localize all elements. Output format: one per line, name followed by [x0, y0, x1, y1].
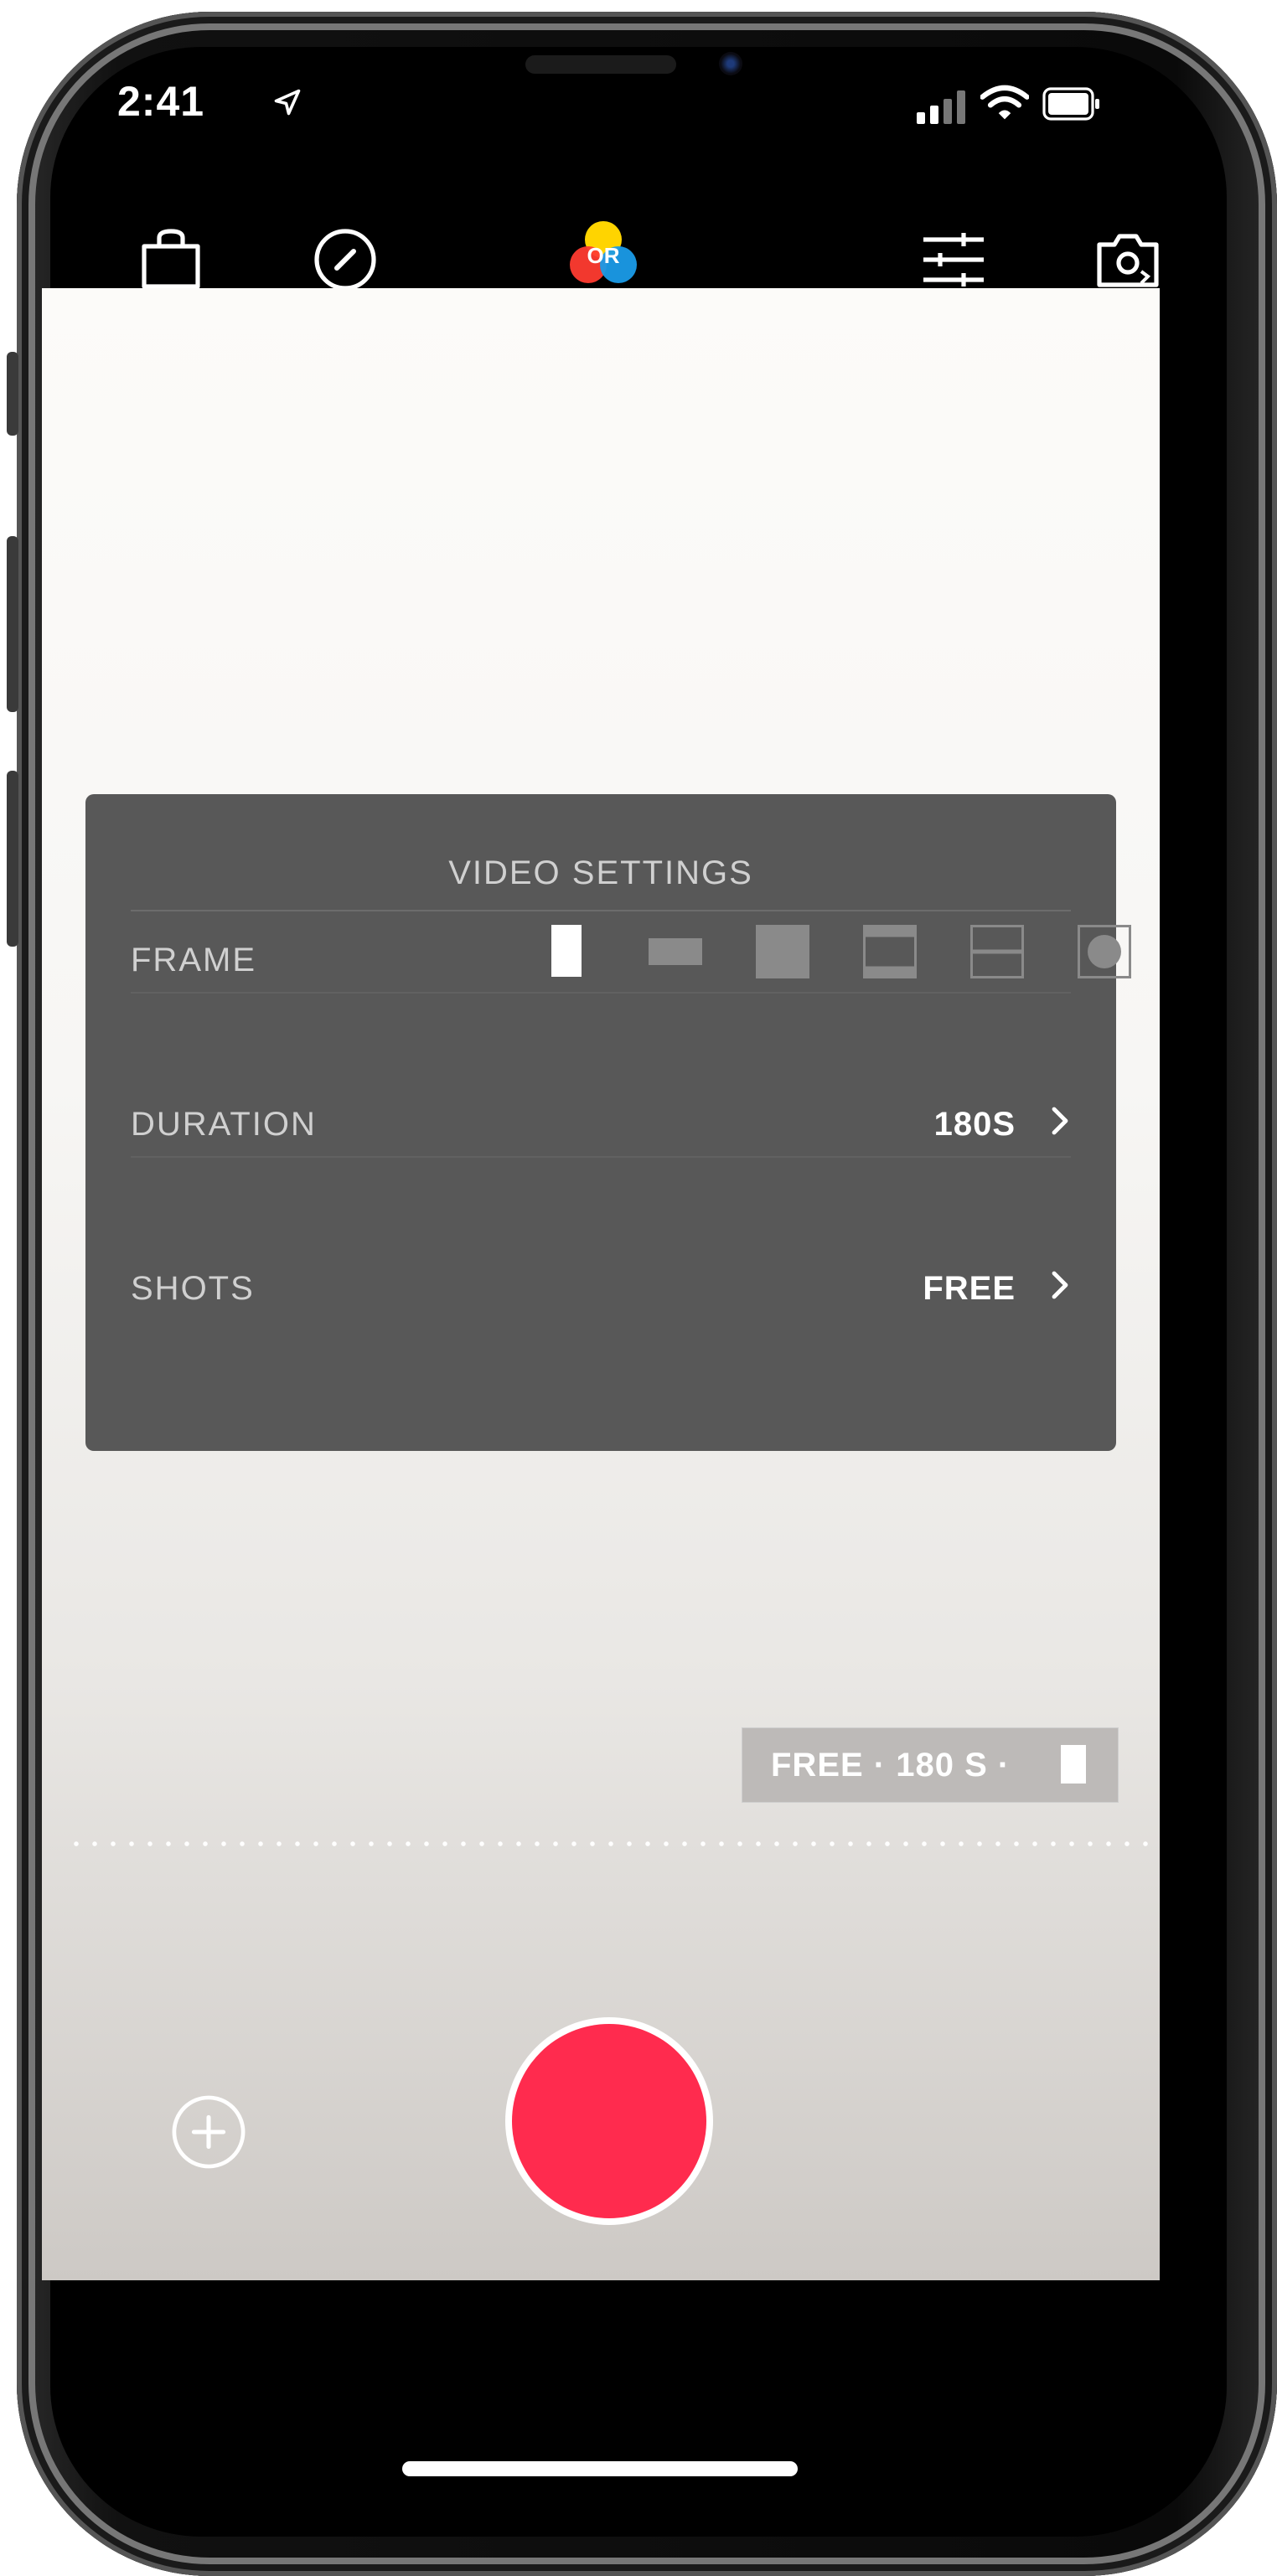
- shots-value: FREE: [923, 1270, 1016, 1307]
- home-indicator[interactable]: [402, 2461, 798, 2476]
- shopping-bag-icon[interactable]: [137, 226, 204, 293]
- signal-icon: [917, 90, 965, 124]
- summary-text: FREE · 180 S ·: [771, 1747, 1011, 1784]
- record-button[interactable]: [505, 2017, 713, 2225]
- frame-option-circle[interactable]: [1078, 925, 1131, 978]
- front-camera: [719, 52, 742, 75]
- sliders-icon[interactable]: [920, 226, 987, 293]
- app-logo[interactable]: OR: [561, 214, 645, 298]
- circle-mark: [1088, 935, 1121, 968]
- volume-up-button: [7, 536, 18, 712]
- compass-icon[interactable]: [312, 226, 379, 293]
- duration-label: DURATION: [131, 1106, 317, 1143]
- add-icon[interactable]: [171, 2094, 246, 2170]
- frame-option-square[interactable]: [756, 925, 809, 978]
- chevron-right-icon: [1052, 1271, 1068, 1299]
- wifi-icon: [980, 85, 1029, 120]
- frame-option-letterbox[interactable]: [863, 925, 917, 978]
- volume-down-button: [7, 771, 18, 947]
- chevron-right-icon: [1052, 1107, 1068, 1135]
- duration-value: 180S: [933, 1106, 1016, 1143]
- shots-label: SHOTS: [131, 1270, 255, 1307]
- mute-switch: [7, 352, 18, 436]
- speaker-grille: [525, 55, 676, 74]
- duration-divider: [131, 1156, 1071, 1158]
- location-arrow-icon: [274, 89, 301, 116]
- record-button-fill: [512, 2024, 706, 2218]
- frame-label: FRAME: [131, 942, 256, 978]
- panel-title: VIDEO SETTINGS: [448, 854, 753, 891]
- settings-summary-chip[interactable]: FREE · 180 S ·: [742, 1727, 1119, 1803]
- frame-divider: [131, 992, 1071, 994]
- title-divider: [131, 910, 1071, 911]
- portrait-frame-icon: [1061, 1745, 1086, 1784]
- timeline-dots: [67, 1841, 1160, 1846]
- camera-flip-icon[interactable]: [1094, 226, 1161, 293]
- status-time: 2:41: [117, 78, 205, 125]
- frame-option-portrait[interactable]: [551, 925, 582, 977]
- logo-text: OR: [587, 243, 620, 268]
- battery-icon: [1042, 87, 1099, 121]
- frame-option-landscape[interactable]: [649, 938, 702, 965]
- video-settings-panel: VIDEO SETTINGS FRAME DURATION 180S SHOTS…: [85, 794, 1131, 1451]
- frame-option-split[interactable]: [970, 925, 1024, 978]
